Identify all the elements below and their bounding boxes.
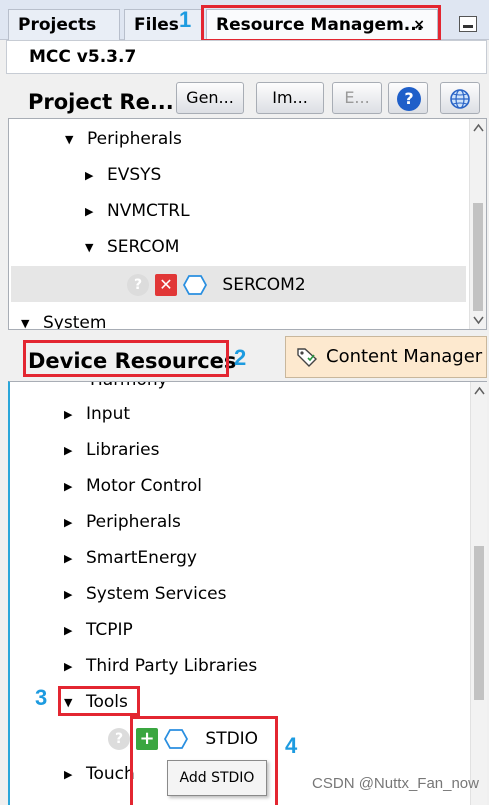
tree-item-motor-control[interactable]: ▶ Motor Control <box>64 472 202 500</box>
callout-4: 4 <box>285 733 298 758</box>
callout-2: 2 <box>234 345 247 370</box>
tree-item-label: Motor Control <box>86 476 202 496</box>
tree-item-label: Libraries <box>86 440 160 460</box>
expanded-arrow-icon[interactable]: ▼ <box>85 234 97 262</box>
collapsed-arrow-icon[interactable]: ▶ <box>64 617 76 645</box>
disabled-info-icon: ? <box>127 274 149 296</box>
collapsed-arrow-icon[interactable]: ▶ <box>64 473 76 501</box>
version-label: MCC v5.3.7 <box>6 40 487 74</box>
tree-item-input[interactable]: ▶ Input <box>64 400 130 428</box>
callout-3: 3 <box>35 685 48 710</box>
scroll-down-icon[interactable] <box>473 316 484 325</box>
scroll-thumb[interactable] <box>473 203 483 311</box>
highlight-box-2 <box>23 340 229 377</box>
help-icon: ? <box>397 87 421 111</box>
generate-button-label: Gen... <box>186 88 234 107</box>
remove-icon[interactable]: ✕ <box>155 274 177 296</box>
tree-item-harmony[interactable]: Harmony <box>90 382 168 394</box>
watermark: CSDN @Nuttx_Fan_now <box>312 775 479 792</box>
tree-item-label: Third Party Libraries <box>86 656 258 676</box>
collapsed-arrow-icon[interactable]: ▶ <box>64 581 76 609</box>
content-manager-button[interactable]: Content Manager <box>285 336 487 378</box>
highlight-box-3 <box>58 686 140 716</box>
project-resources-header: Project Re... Gen... Im... E... ? <box>8 74 487 118</box>
tree-item-label: System Services <box>86 584 227 604</box>
tree-item-label: Peripherals <box>86 512 181 532</box>
expanded-arrow-icon[interactable]: ▼ <box>65 126 77 154</box>
tree-item-label: TCPIP <box>86 620 133 640</box>
collapsed-arrow-icon[interactable]: ▶ <box>64 509 76 537</box>
tree-item-nvmctrl[interactable]: ▶ NVMCTRL <box>85 197 190 225</box>
tree-item-evsys[interactable]: ▶ EVSYS <box>85 161 161 189</box>
tab-projects-label: Projects <box>18 15 97 35</box>
collapsed-arrow-icon[interactable]: ▶ <box>64 653 76 681</box>
collapsed-arrow-icon[interactable]: ▶ <box>85 162 97 190</box>
scroll-thumb[interactable] <box>474 546 484 700</box>
collapsed-arrow-icon[interactable]: ▶ <box>64 545 76 573</box>
content-manager-label: Content Manager <box>326 346 483 367</box>
tree-item-label: Touch <box>86 764 135 784</box>
scroll-up-icon[interactable] <box>474 386 485 395</box>
component-sercom2[interactable]: ? ✕ SERCOM2 <box>127 272 306 298</box>
tree-item-touch[interactable]: ▶ Touch <box>64 760 135 788</box>
tree-item-system-services[interactable]: ▶ System Services <box>64 580 226 608</box>
globe-button[interactable] <box>440 82 480 114</box>
tree-item-label: EVSYS <box>107 165 162 185</box>
component-label: SERCOM2 <box>222 275 306 295</box>
generate-button[interactable]: Gen... <box>176 82 244 114</box>
tree-item-label: Input <box>86 404 131 424</box>
project-resources-title: Project Re... <box>28 90 174 114</box>
tree-item-peripherals[interactable]: ▶ Peripherals <box>64 508 181 536</box>
add-stdio-tooltip: Add STDIO <box>167 760 267 796</box>
tree-item-peripherals[interactable]: ▼ Peripherals <box>65 125 182 153</box>
tree-item-libraries[interactable]: ▶ Libraries <box>64 436 159 464</box>
tree-item-label: System <box>43 313 107 330</box>
tree-item-sercom[interactable]: ▼ SERCOM <box>85 233 179 261</box>
project-resources-tree: ▼ Peripherals ▶ EVSYS ▶ NVMCTRL ▼ SERCOM ? ✕ … <box>8 118 487 330</box>
collapsed-arrow-icon[interactable]: ▶ <box>64 761 76 789</box>
export-button-label: E... <box>344 88 370 107</box>
scroll-up-icon[interactable] <box>473 123 484 132</box>
tree-item-label: SmartEnergy <box>86 548 197 568</box>
export-button[interactable]: E... <box>332 82 382 114</box>
tree-item-third-party-libraries[interactable]: ▶ Third Party Libraries <box>64 652 257 680</box>
import-button-label: Im... <box>272 88 308 107</box>
highlight-box-1 <box>201 5 441 42</box>
tree-item-label: NVMCTRL <box>107 201 190 221</box>
globe-icon <box>450 89 470 109</box>
disabled-info-icon: ? <box>108 728 130 750</box>
tree-item-system[interactable]: ▼ System <box>21 309 107 330</box>
hexagon-icon <box>183 275 207 295</box>
collapsed-arrow-icon[interactable]: ▶ <box>64 437 76 465</box>
collapsed-arrow-icon[interactable]: ▶ <box>64 401 76 429</box>
tab-files-label: Files <box>134 15 179 35</box>
device-tree-scrollbar[interactable] <box>470 382 487 805</box>
expanded-arrow-icon[interactable]: ▼ <box>21 310 33 329</box>
minimize-window-button[interactable] <box>459 16 477 32</box>
tab-projects[interactable]: Projects <box>8 9 120 40</box>
tree-item-label: Harmony <box>90 382 168 390</box>
tree-item-smartenergy[interactable]: ▶ SmartEnergy <box>64 544 197 572</box>
import-button[interactable]: Im... <box>256 82 324 114</box>
collapsed-arrow-icon[interactable]: ▶ <box>85 198 97 226</box>
tree-item-label: SERCOM <box>107 237 180 257</box>
help-button[interactable]: ? <box>388 82 428 114</box>
tree-item-label: Peripherals <box>87 129 182 149</box>
content-manager-icon <box>297 348 318 367</box>
callout-1: 1 <box>179 7 192 32</box>
project-tree-scrollbar[interactable] <box>469 119 486 329</box>
tab-files[interactable]: Files <box>124 9 204 40</box>
tree-item-tcpip[interactable]: ▶ TCPIP <box>64 616 133 644</box>
